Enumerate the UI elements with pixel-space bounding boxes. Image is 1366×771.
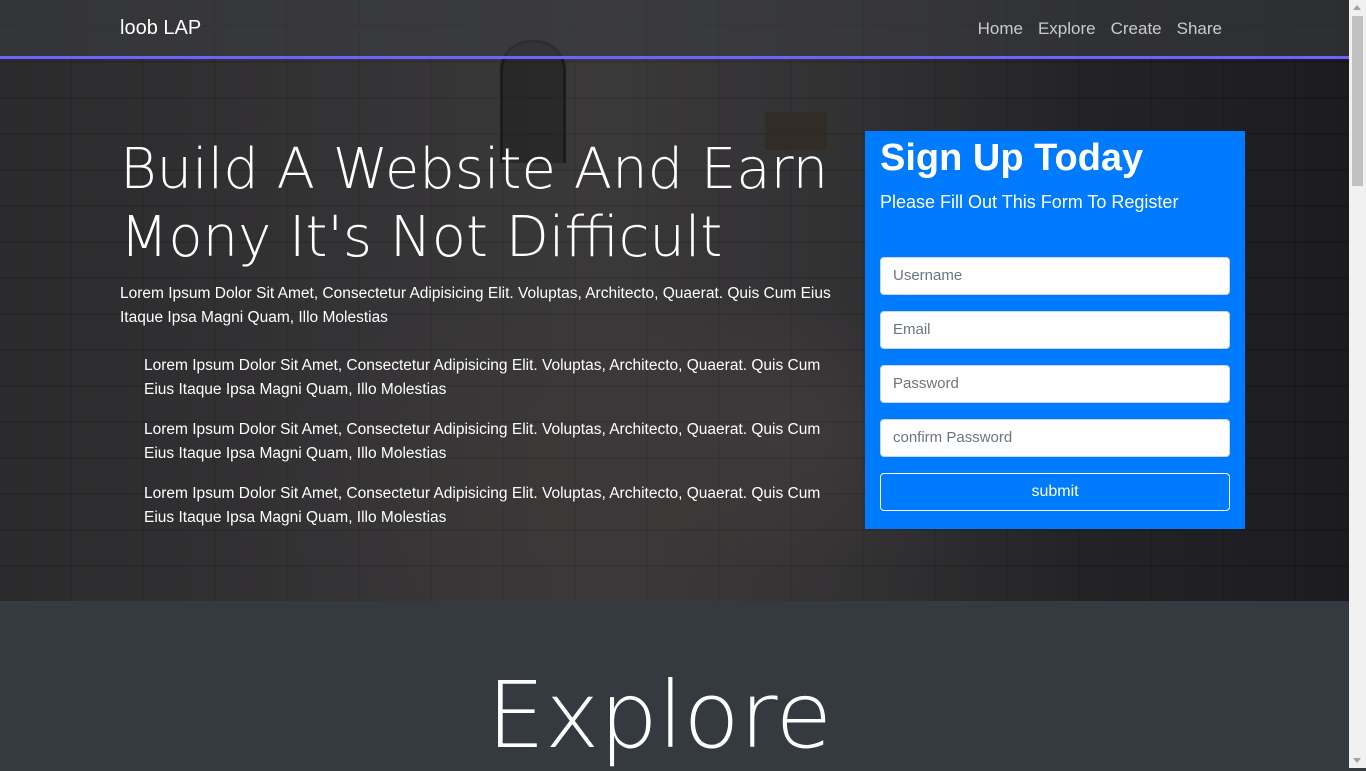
submit-button[interactable]: submit [880,473,1230,511]
hero-list: Lorem Ipsum Dolor Sit Amet, Consectetur … [144,354,850,530]
brand-logo[interactable]: loob LAP [120,17,201,40]
scroll-up-icon[interactable] [1353,5,1361,10]
page-scrollbar[interactable] [1349,0,1366,768]
username-input[interactable]: Username [880,257,1230,295]
signup-subtitle: Please Fill Out This Form To Register [880,192,1179,212]
signup-title: Sign Up Today [880,137,1144,179]
explore-section: Explore [0,601,1349,769]
signup-card: Sign Up Today Please Fill Out This Form … [865,131,1245,529]
signup-form: Username Email Password confirm Password… [880,257,1230,511]
nav-link-share[interactable]: Share [1177,19,1222,39]
nav-link-explore[interactable]: Explore [1038,19,1096,39]
scroll-down-icon[interactable] [1353,758,1361,763]
nav-link-home[interactable]: Home [978,19,1023,39]
confirm-password-input[interactable]: confirm Password [880,419,1230,457]
explore-title: Explore [486,662,833,769]
scrollbar-thumb[interactable] [1352,16,1363,186]
list-item: Lorem Ipsum Dolor Sit Amet, Consectetur … [144,421,821,462]
hero-headline: Build A Website And Earn Mony It's Not D… [120,136,850,272]
hero-lead: Lorem Ipsum Dolor Sit Amet, Consectetur … [120,285,831,326]
nav-links: Home Explore Create Share [978,19,1222,39]
nav-link-create[interactable]: Create [1111,19,1162,39]
password-input[interactable]: Password [880,365,1230,403]
list-item: Lorem Ipsum Dolor Sit Amet, Consectetur … [144,485,821,526]
hero-headline-line-1: Build A Website And Earn [120,137,829,202]
email-input[interactable]: Email [880,311,1230,349]
hero-content: Build A Website And Earn Mony It's Not D… [120,136,850,546]
hero-headline-line-2: Mony It's Not Difficult [120,205,723,270]
navbar: loob LAP Home Explore Create Share [0,0,1349,59]
list-item: Lorem Ipsum Dolor Sit Amet, Consectetur … [144,357,821,398]
